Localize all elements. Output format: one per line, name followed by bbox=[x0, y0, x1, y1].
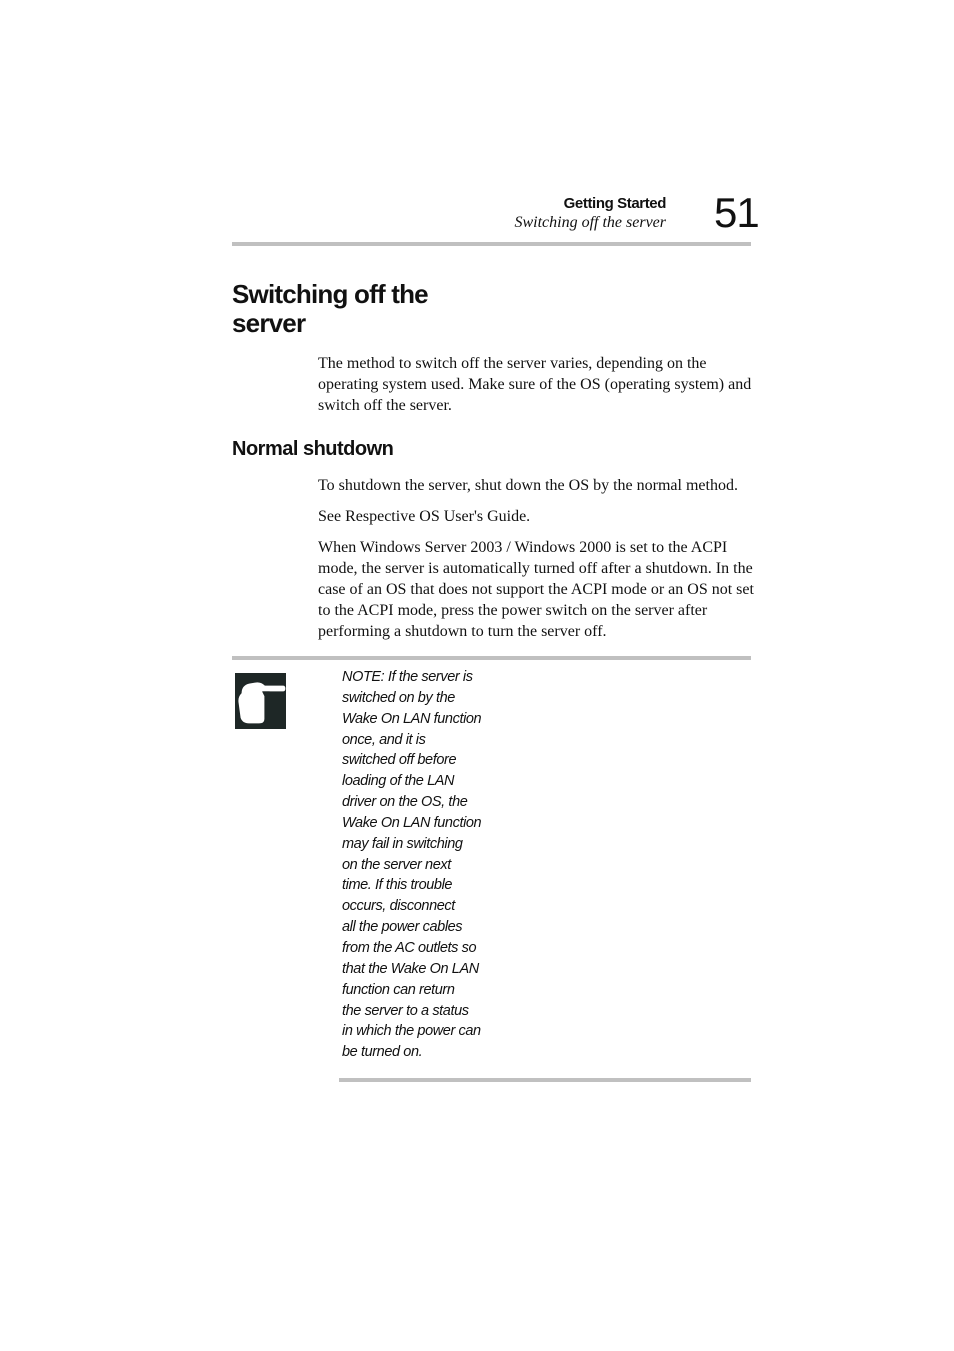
note-top-divider bbox=[232, 656, 751, 660]
note-line: from the AC outlets so bbox=[342, 939, 477, 956]
note-line: once, and it is bbox=[342, 731, 426, 748]
note-line: on the server next bbox=[342, 856, 451, 873]
note-text: NOTE: If the server is switched on by th… bbox=[342, 667, 492, 1063]
note-line: switched off before bbox=[342, 752, 457, 769]
running-header-section: Switching off the server bbox=[514, 214, 666, 231]
note-line: all the power cables bbox=[342, 919, 463, 936]
header-divider bbox=[232, 242, 751, 246]
note-line: Wake On LAN function bbox=[342, 710, 482, 727]
note-line: the server to a status bbox=[342, 1002, 469, 1019]
running-header-chapter: Getting Started bbox=[563, 195, 667, 212]
intro-paragraph: The method to switch off the server vari… bbox=[318, 355, 752, 414]
note-line: be turned on. bbox=[342, 1044, 423, 1061]
note-line: switched on by the bbox=[342, 689, 455, 706]
pointing-hand-icon bbox=[235, 673, 286, 729]
note-bottom-divider bbox=[339, 1078, 751, 1082]
subsection-title: Normal shutdown bbox=[232, 438, 394, 460]
note-line: time. If this trouble bbox=[342, 877, 453, 894]
note-line: that the Wake On LAN bbox=[342, 960, 479, 977]
note-line: may fail in switching bbox=[342, 835, 463, 852]
paragraph: To shutdown the server, shut down the OS… bbox=[318, 477, 738, 494]
running-header: Getting Started Switching off the server bbox=[514, 195, 666, 232]
note-line: driver on the OS, the bbox=[342, 794, 468, 811]
note-line: function can return bbox=[342, 981, 455, 998]
note-line: loading of the LAN bbox=[342, 773, 455, 790]
note-line: NOTE: If the server is bbox=[342, 669, 473, 685]
note-line: Wake On LAN function bbox=[342, 814, 482, 831]
page-number: 51 bbox=[714, 189, 760, 236]
paragraph: See Respective OS User's Guide. bbox=[318, 508, 531, 525]
document-page: Getting Started Switching off the server… bbox=[0, 0, 954, 1351]
section-title: Switching off the server bbox=[232, 279, 429, 338]
note-line: occurs, disconnect bbox=[342, 898, 455, 915]
note-line: in which the power can bbox=[342, 1023, 481, 1040]
paragraph: When Windows Server 2003 / Windows 2000 … bbox=[318, 539, 754, 640]
